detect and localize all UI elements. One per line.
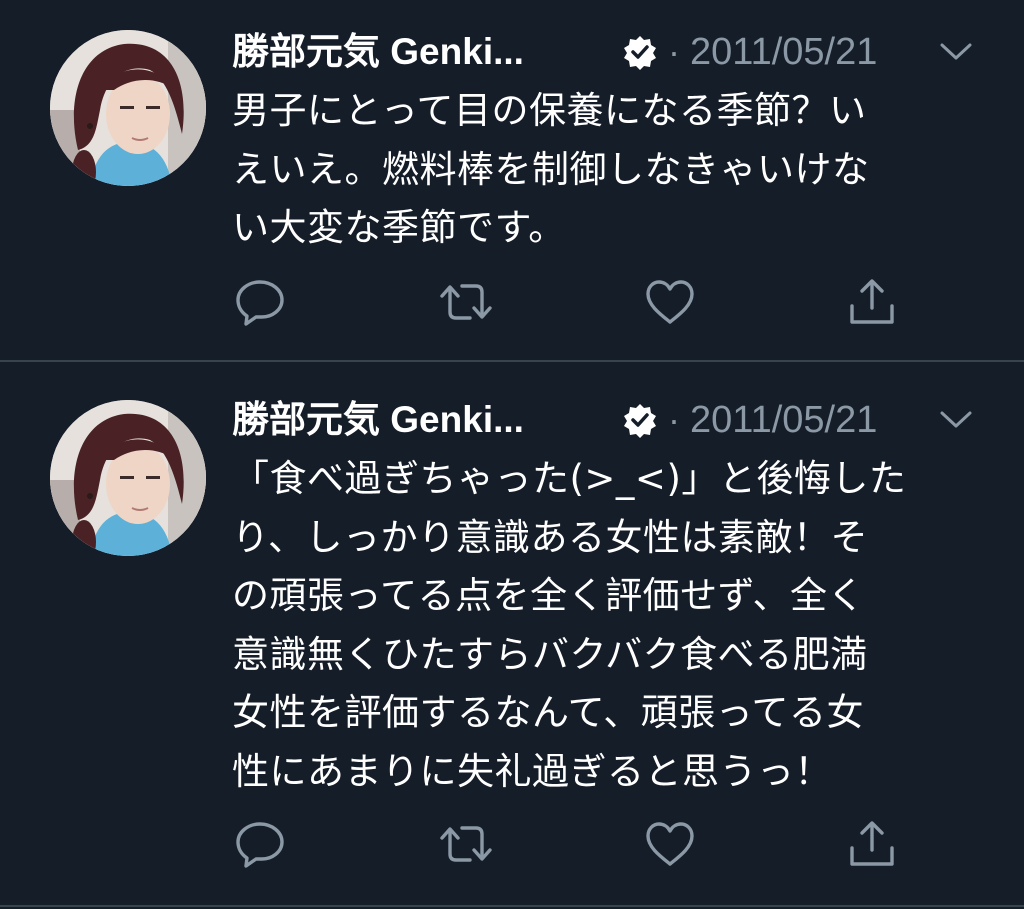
tweet-card[interactable]: 勝部元気 Genki... · 2011/05/21 男子にとって目の保養になる…	[0, 0, 1024, 360]
reply-button[interactable]	[232, 816, 288, 872]
tweet-text-line: 意識無くひたすらバクバク食べる肥満	[232, 632, 868, 676]
tweet-text: 男子にとって目の保養になる季節？い えいえ。燃料棒を制御しなきゃいけな い大変な…	[232, 82, 972, 258]
tweet-text-line: 「食べ過ぎちゃった(>_<)」と後悔した	[232, 457, 907, 500]
display-name[interactable]: 勝部元気 Genki...	[232, 396, 524, 444]
separator-dot: ·	[668, 31, 680, 72]
retweet-icon	[440, 826, 492, 862]
chevron-down-icon[interactable]	[938, 404, 974, 434]
retweet-button[interactable]	[434, 816, 492, 872]
divider	[0, 905, 1024, 907]
share-icon	[850, 821, 894, 866]
tweet-text-line: 性にあまりに失礼過ぎると思うっ！	[232, 749, 832, 793]
heart-icon	[646, 280, 694, 324]
verified-badge-icon	[624, 36, 656, 70]
tweet-text-line: 女性を評価するなんて、頑張ってる女	[232, 691, 864, 735]
reply-icon	[236, 280, 284, 326]
like-button[interactable]	[642, 816, 698, 872]
reply-icon	[236, 822, 284, 868]
separator-dot: ·	[668, 399, 680, 440]
chevron-down-icon[interactable]	[938, 36, 974, 66]
tweet-text-line: えいえ。燃料棒を制御しなきゃいけな	[232, 147, 870, 191]
tweet-header: 勝部元気 Genki... · 2011/05/21	[232, 28, 992, 76]
share-button[interactable]	[844, 274, 900, 330]
display-name[interactable]: 勝部元気 Genki...	[232, 28, 524, 76]
retweet-icon	[440, 284, 492, 320]
tweet-card[interactable]: 勝部元気 Genki... · 2011/05/21 「食べ過ぎちゃった(>_<…	[0, 362, 1024, 909]
tweet-text-line: い大変な季節です。	[232, 206, 566, 250]
tweet-actions	[232, 274, 912, 330]
reply-button[interactable]	[232, 274, 288, 330]
tweet-header: 勝部元気 Genki... · 2011/05/21	[232, 396, 992, 444]
share-button[interactable]	[844, 816, 900, 872]
tweet-text: 「食べ過ぎちゃった(>_<)」と後悔した り、しっかり意識ある女性は素敵！そ の…	[232, 450, 972, 802]
avatar[interactable]	[50, 400, 206, 556]
share-icon	[850, 279, 894, 324]
tweet-text-line: 男子にとって目の保養になる季節？い	[232, 89, 867, 132]
tweet-date[interactable]: 2011/05/21	[690, 28, 877, 76]
avatar[interactable]	[50, 30, 206, 186]
verified-badge-icon	[624, 404, 656, 438]
tweet-text-line: の頑張ってる点を全く評価せず、全く	[232, 574, 866, 618]
tweet-text-line: り、しっかり意識ある女性は素敵！そ	[232, 515, 869, 559]
tweet-date[interactable]: 2011/05/21	[690, 396, 877, 444]
tweet-actions	[232, 816, 912, 872]
like-button[interactable]	[642, 274, 698, 330]
retweet-button[interactable]	[434, 274, 492, 330]
heart-icon	[646, 822, 694, 866]
